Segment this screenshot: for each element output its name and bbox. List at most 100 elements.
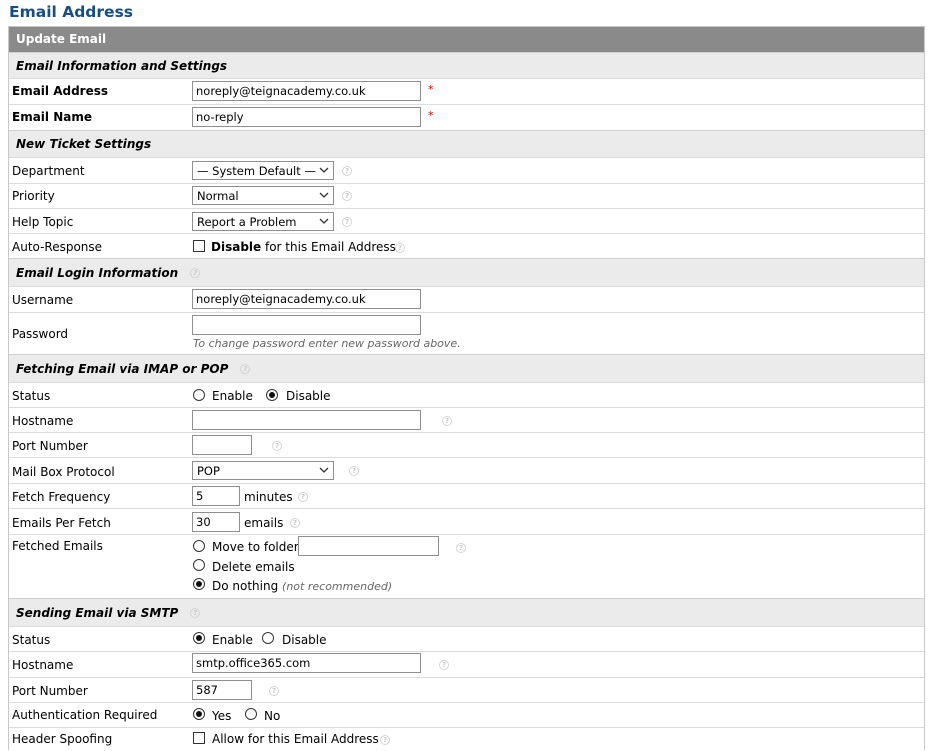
smtp-auth-no-label: No: [264, 709, 281, 723]
fetch-frequency-unit: minutes: [244, 490, 293, 504]
email-settings-form: Update Email Email Information and Setti…: [8, 26, 925, 750]
fetch-port-input[interactable]: [192, 435, 252, 455]
priority-value: Normal: [197, 188, 239, 203]
smtp-auth-label: Authentication Required: [12, 708, 158, 722]
help-icon[interactable]: ?: [298, 492, 308, 502]
help-icon[interactable]: ?: [190, 267, 201, 278]
help-topic-select[interactable]: Report a Problem: [192, 212, 334, 231]
help-icon[interactable]: ?: [290, 518, 300, 528]
auto-response-checkbox[interactable]: [193, 240, 205, 252]
help-icon[interactable]: ?: [349, 466, 359, 476]
fetch-hostname-input[interactable]: [192, 410, 421, 430]
smtp-hostname-label: Hostname: [12, 658, 74, 672]
priority-row: Priority Normal ?: [9, 183, 924, 208]
fetched-emails-row: Fetched Emails Move to folder: ? Delete …: [9, 534, 924, 598]
auto-response-rest: for this Email Address: [264, 240, 396, 254]
email-address-row: Email Address *: [9, 78, 924, 104]
email-name-input[interactable]: [192, 107, 421, 127]
department-value: — System Default —: [197, 163, 316, 178]
password-row: Password To change password enter new pa…: [9, 312, 924, 354]
help-icon[interactable]: ?: [190, 607, 201, 618]
page-title: Email Address: [9, 3, 134, 21]
emails-per-fetch-row: Emails Per Fetch emails ?: [9, 508, 924, 534]
help-icon[interactable]: ?: [456, 543, 466, 553]
priority-label: Priority: [12, 189, 55, 203]
smtp-disable-radio[interactable]: [262, 632, 274, 644]
chevron-down-icon: [319, 467, 329, 473]
fetch-frequency-input[interactable]: [192, 486, 240, 506]
help-icon[interactable]: ?: [342, 191, 352, 201]
emails-per-fetch-input[interactable]: [192, 512, 240, 532]
fetch-hostname-row: Hostname ?: [9, 407, 924, 432]
section-new-ticket: New Ticket Settings: [9, 130, 924, 157]
password-hint: To change password enter new password ab…: [193, 337, 461, 350]
help-icon[interactable]: ?: [395, 243, 405, 253]
smtp-auth-yes-radio[interactable]: [193, 708, 205, 720]
smtp-enable-radio[interactable]: [193, 632, 205, 644]
do-nothing-text: Do nothing (not recommended): [212, 579, 392, 593]
smtp-disable-label: Disable: [282, 633, 327, 647]
fetch-frequency-label: Fetch Frequency: [12, 490, 111, 504]
section-smtp: Sending Email via SMTP ?: [9, 598, 924, 626]
fetched-emails-label: Fetched Emails: [12, 539, 103, 553]
protocol-label: Mail Box Protocol: [12, 465, 115, 479]
department-select[interactable]: — System Default —: [192, 161, 334, 180]
section-email-info-title: Email Information and Settings: [16, 58, 228, 73]
header-spoofing-label: Header Spoofing: [12, 732, 113, 746]
fetch-disable-radio[interactable]: [266, 389, 278, 401]
email-name-label: Email Name: [12, 110, 92, 124]
priority-select[interactable]: Normal: [192, 186, 334, 205]
fetch-enable-radio[interactable]: [193, 389, 205, 401]
auto-response-row: Auto-Response Disable for this Email Add…: [9, 233, 924, 258]
help-icon[interactable]: ?: [342, 166, 352, 176]
header-spoofing-checkbox[interactable]: [193, 732, 205, 744]
required-mark: *: [428, 83, 434, 96]
move-to-folder-label: Move to folder:: [212, 540, 303, 554]
form-title: Update Email: [9, 27, 924, 52]
department-label: Department: [12, 164, 85, 178]
smtp-hostname-input[interactable]: [192, 653, 421, 673]
smtp-port-row: Port Number ?: [9, 677, 924, 702]
fetch-hostname-label: Hostname: [12, 414, 74, 428]
auto-response-bold: Disable: [211, 240, 262, 254]
username-input[interactable]: [192, 289, 421, 309]
move-to-folder-radio[interactable]: [193, 540, 205, 552]
password-input[interactable]: [192, 315, 421, 335]
username-label: Username: [12, 293, 74, 307]
protocol-select[interactable]: POP: [192, 461, 334, 480]
do-nothing-note: (not recommended): [282, 580, 393, 593]
delete-emails-radio[interactable]: [193, 559, 205, 571]
smtp-auth-yes-label: Yes: [212, 709, 232, 723]
smtp-port-input[interactable]: [192, 680, 252, 700]
help-icon[interactable]: ?: [269, 686, 279, 696]
emails-per-fetch-label: Emails Per Fetch: [12, 516, 111, 530]
smtp-auth-row: Authentication Required Yes No: [9, 702, 924, 727]
do-nothing-radio[interactable]: [193, 578, 205, 590]
section-new-ticket-title: New Ticket Settings: [16, 137, 152, 151]
move-to-folder-input[interactable]: [298, 536, 439, 556]
help-icon[interactable]: ?: [442, 416, 452, 426]
smtp-status-row: Status Enable Disable: [9, 626, 924, 651]
chevron-down-icon: [319, 192, 329, 198]
help-icon[interactable]: ?: [272, 441, 282, 451]
fetch-status-label: Status: [12, 389, 51, 403]
fetch-port-row: Port Number ?: [9, 432, 924, 457]
protocol-value: POP: [197, 463, 220, 478]
help-icon[interactable]: ?: [380, 735, 390, 745]
auto-response-label: Auto-Response: [12, 240, 103, 254]
smtp-hostname-row: Hostname ?: [9, 651, 924, 677]
fetch-port-label: Port Number: [12, 439, 88, 453]
fetch-enable-label: Enable: [212, 389, 253, 403]
protocol-row: Mail Box Protocol POP ?: [9, 457, 924, 483]
email-address-input[interactable]: [192, 81, 421, 101]
chevron-down-icon: [319, 167, 329, 173]
smtp-enable-label: Enable: [212, 633, 253, 647]
help-icon[interactable]: ?: [240, 363, 251, 374]
chevron-down-icon: [319, 218, 329, 224]
department-row: Department — System Default — ?: [9, 157, 924, 183]
username-row: Username: [9, 286, 924, 312]
help-icon[interactable]: ?: [439, 660, 449, 670]
email-name-row: Email Name *: [9, 104, 924, 130]
help-icon[interactable]: ?: [342, 217, 352, 227]
smtp-auth-no-radio[interactable]: [245, 708, 257, 720]
